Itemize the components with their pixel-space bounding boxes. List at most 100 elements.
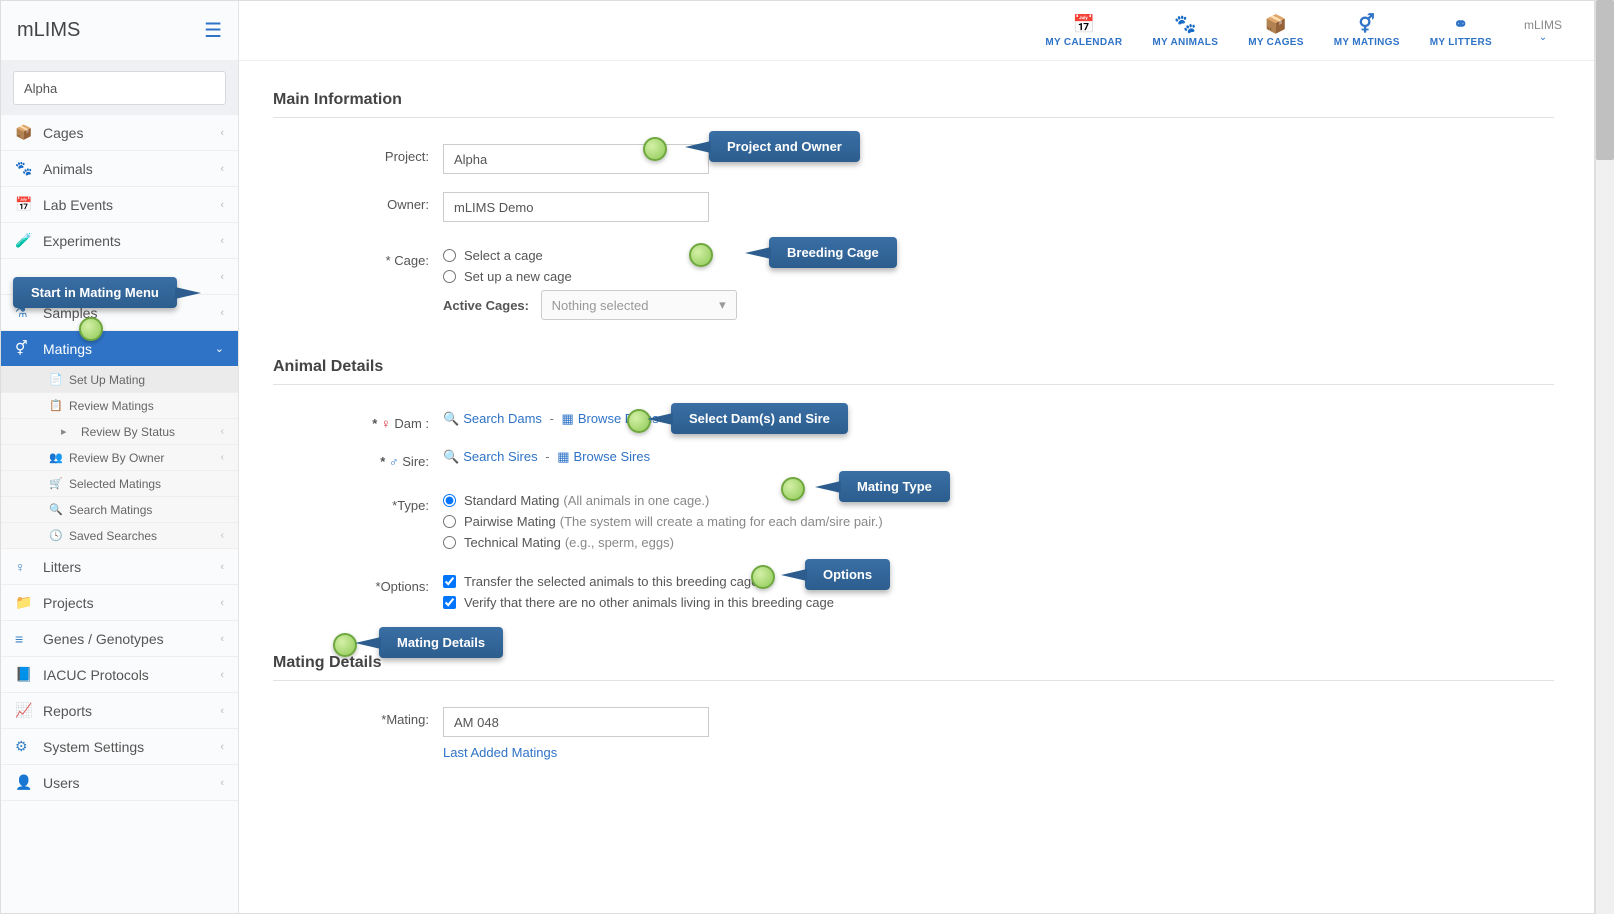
link-search-dams[interactable]: 🔍Search Dams: [443, 411, 542, 426]
chevron-left-icon: ‹: [221, 426, 224, 437]
sub-saved-searches[interactable]: 🕓Saved Searches‹: [1, 523, 238, 549]
check-transfer[interactable]: [443, 575, 456, 588]
litter-icon: ♀: [15, 559, 35, 575]
chevron-left-icon: ‹: [220, 705, 224, 717]
sub-review-owner[interactable]: 👥Review By Owner‹: [1, 445, 238, 471]
annotation-pin: [751, 565, 775, 589]
window-scrollbar[interactable]: [1595, 0, 1614, 914]
annotation-project-owner: Project and Owner: [709, 131, 860, 162]
page-icon: 📄: [49, 373, 65, 386]
users-icon: 👥: [49, 451, 65, 464]
sub-selected-matings[interactable]: 🛒Selected Matings: [1, 471, 238, 497]
active-cages-select[interactable]: Nothing selected▾: [541, 290, 737, 320]
gear-icon: ⚙: [15, 738, 35, 755]
label-type: *Type:: [273, 493, 443, 513]
matings-submenu: 📄Set Up Mating 📋Review Matings ▸Review B…: [1, 367, 238, 549]
chevron-left-icon: ‹: [220, 633, 224, 645]
sub-setup-mating[interactable]: 📄Set Up Mating: [1, 367, 238, 393]
chevron-left-icon: ‹: [220, 235, 224, 247]
topnav-animals[interactable]: 🐾MY ANIMALS: [1142, 10, 1228, 52]
sidebar-item-projects[interactable]: 📁Projects‹: [1, 585, 238, 621]
annotation-pin: [781, 477, 805, 501]
sidebar-item-matings[interactable]: ⚥Matings⌄: [1, 331, 238, 367]
topnav-matings[interactable]: ⚥MY MATINGS: [1324, 10, 1410, 52]
hamburger-icon[interactable]: ☰: [204, 18, 222, 43]
label-active-cages: Active Cages:: [443, 298, 529, 313]
link-browse-sires[interactable]: ▦Browse Sires: [557, 449, 650, 464]
link-last-added[interactable]: Last Added Matings: [443, 745, 557, 760]
caret-icon: ▸: [61, 425, 77, 438]
label-sire: * ♂ Sire:: [273, 449, 443, 469]
sub-review-status[interactable]: ▸Review By Status‹: [1, 419, 238, 445]
chevron-left-icon: ‹: [221, 530, 224, 541]
mating-id-field[interactable]: [443, 707, 709, 737]
user-menu[interactable]: mLIMS⌄: [1512, 18, 1574, 43]
annotation-pin: [643, 137, 667, 161]
male-icon: ♂: [389, 454, 399, 469]
chevron-left-icon: ‹: [220, 777, 224, 789]
owner-field[interactable]: [443, 192, 709, 222]
chevron-down-icon: ⌄: [215, 342, 224, 355]
topnav-cages[interactable]: 📦MY CAGES: [1238, 10, 1314, 52]
calendar-icon: 📅: [1073, 14, 1096, 35]
sidebar: mLIMS ☰ 📦Cages‹ 🐾Animals‹ 📅Lab Events‹ 🧪…: [1, 1, 239, 913]
paw-icon: 🐾: [1174, 14, 1197, 35]
radio-technical[interactable]: [443, 536, 456, 549]
cube-icon: 📦: [15, 124, 35, 141]
annotation-pin: [689, 243, 713, 267]
chevron-down-icon: ⌄: [1539, 32, 1547, 43]
chevron-left-icon: ‹: [220, 271, 224, 283]
sidebar-item-experiments[interactable]: 🧪Experiments‹: [1, 223, 238, 259]
app-frame: mLIMS ☰ 📦Cages‹ 🐾Animals‹ 📅Lab Events‹ 🧪…: [0, 0, 1595, 914]
radio-standard[interactable]: [443, 494, 456, 507]
section-title: Main Information: [273, 91, 1554, 118]
list-icon: 📋: [49, 399, 65, 412]
link-search-sires[interactable]: 🔍Search Sires: [443, 449, 538, 464]
search-input[interactable]: [13, 71, 226, 105]
annotation-pin: [333, 633, 357, 657]
chevron-left-icon: ‹: [220, 163, 224, 175]
check-verify[interactable]: [443, 596, 456, 609]
user-icon: 👤: [15, 774, 35, 791]
sidebar-item-users[interactable]: 👤Users‹: [1, 765, 238, 801]
sidebar-nav: 📦Cages‹ 🐾Animals‹ 📅Lab Events‹ 🧪Experime…: [1, 115, 238, 913]
chevron-left-icon: ‹: [220, 669, 224, 681]
search-icon: 🔍: [443, 449, 459, 464]
section-title: Animal Details: [273, 358, 1554, 385]
scrollbar-thumb[interactable]: [1596, 0, 1614, 160]
grid-icon: ▦: [562, 411, 574, 426]
topbar: 📅MY CALENDAR 🐾MY ANIMALS 📦MY CAGES ⚥MY M…: [239, 1, 1594, 61]
sidebar-item-reports[interactable]: 📈Reports‹: [1, 693, 238, 729]
radio-select-cage[interactable]: [443, 249, 456, 262]
label-project: Project:: [273, 144, 443, 164]
sidebar-item-litters[interactable]: ♀Litters‹: [1, 549, 238, 585]
sub-search-matings[interactable]: 🔍Search Matings: [1, 497, 238, 523]
chevron-left-icon: ‹: [220, 127, 224, 139]
topnav-calendar[interactable]: 📅MY CALENDAR: [1035, 10, 1132, 52]
sidebar-item-settings[interactable]: ⚙System Settings‹: [1, 729, 238, 765]
chevron-left-icon: ‹: [220, 199, 224, 211]
sidebar-item-labevents[interactable]: 📅Lab Events‹: [1, 187, 238, 223]
chevron-left-icon: ‹: [220, 561, 224, 573]
label-mating: *Mating:: [273, 707, 443, 727]
section-mating-details: Mating Details *Mating: Last Added Matin…: [273, 654, 1554, 760]
sidebar-item-animals[interactable]: 🐾Animals‹: [1, 151, 238, 187]
caret-down-icon: ▾: [719, 297, 726, 313]
sidebar-item-cages[interactable]: 📦Cages‹: [1, 115, 238, 151]
female-icon: ♀: [381, 416, 391, 431]
chevron-left-icon: ‹: [220, 741, 224, 753]
radio-new-cage[interactable]: [443, 270, 456, 283]
label-cage: * Cage:: [273, 248, 443, 268]
annotation-mating-type: Mating Type: [839, 471, 950, 502]
search-icon: 🔍: [49, 503, 65, 516]
cube-icon: 📦: [1265, 14, 1288, 35]
project-field[interactable]: [443, 144, 709, 174]
sidebar-item-genes[interactable]: ≡Genes / Genotypes‹: [1, 621, 238, 657]
calendar-icon: 📅: [15, 196, 35, 213]
sidebar-item-iacuc[interactable]: 📘IACUC Protocols‹: [1, 657, 238, 693]
topnav-litters[interactable]: ⚭MY LITTERS: [1420, 10, 1502, 52]
clock-icon: 🕓: [49, 529, 65, 542]
radio-pairwise[interactable]: [443, 515, 456, 528]
sub-review-matings[interactable]: 📋Review Matings: [1, 393, 238, 419]
chart-icon: 📈: [15, 702, 35, 719]
